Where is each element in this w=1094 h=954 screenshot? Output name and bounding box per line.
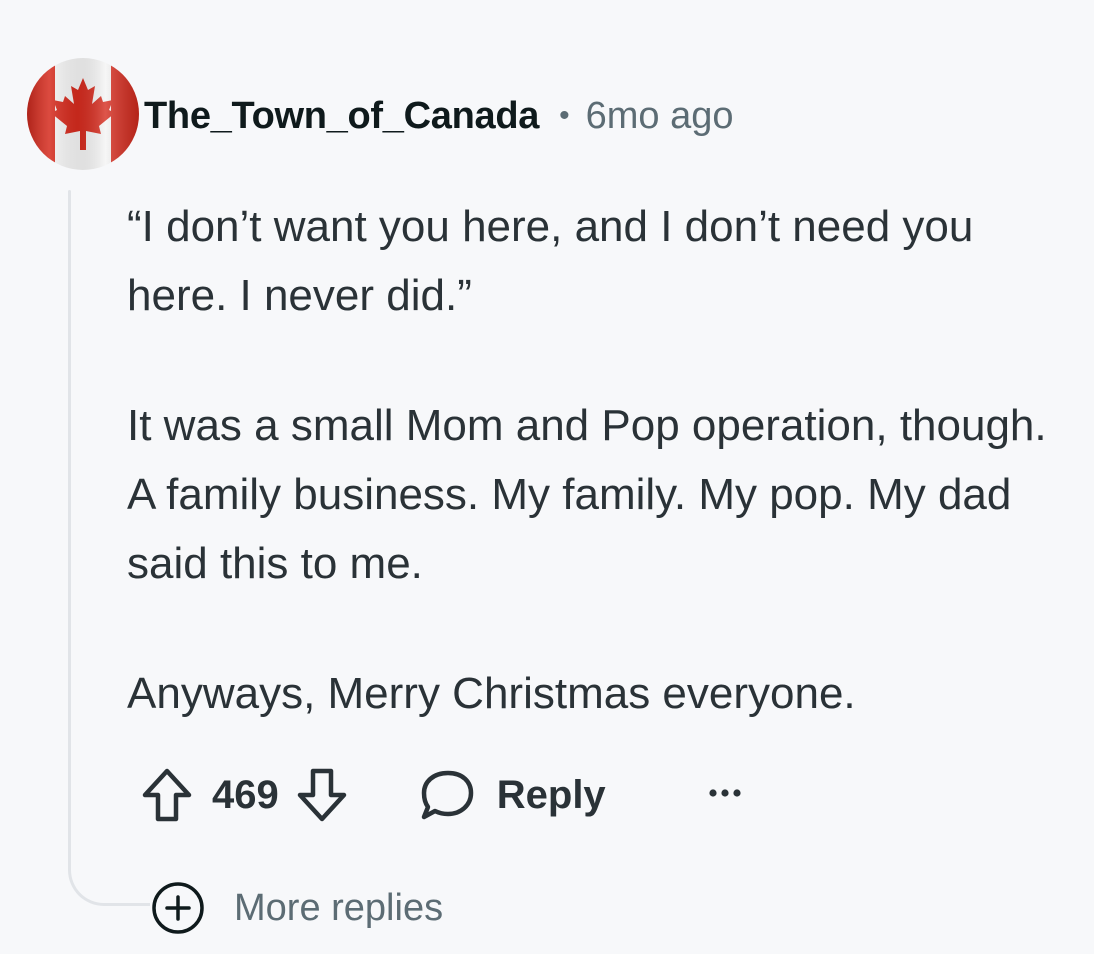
downvote-button[interactable] xyxy=(295,766,349,824)
comment-paragraph: It was a small Mom and Pop operation, th… xyxy=(127,401,1047,588)
timestamp[interactable]: 6mo ago xyxy=(586,95,734,138)
more-options-button[interactable] xyxy=(708,786,742,804)
more-replies-label: More replies xyxy=(234,886,444,929)
comment-paragraph: Anyways, Merry Christmas everyone. xyxy=(127,669,856,718)
comment-body: “I don’t want you here, and I don’t need… xyxy=(127,192,1067,728)
avatar[interactable] xyxy=(27,58,139,170)
separator-dot: • xyxy=(559,99,570,132)
downvote-arrow-icon xyxy=(297,768,346,822)
vote-count: 469 xyxy=(212,772,279,817)
upvote-arrow-icon xyxy=(142,768,192,822)
reply-label: Reply xyxy=(496,772,606,817)
upvote-button[interactable] xyxy=(140,766,194,824)
comment-actions: 469 Reply xyxy=(140,762,742,828)
more-replies-button[interactable]: More replies xyxy=(150,878,443,938)
comment-header: The_Town_of_Canada • 6mo ago xyxy=(144,88,733,144)
thread-line-curve xyxy=(68,830,150,906)
ellipsis-icon xyxy=(709,789,741,797)
canada-flag-icon xyxy=(27,58,139,170)
reply-button[interactable]: Reply xyxy=(419,768,606,822)
comment-paragraph: “I don’t want you here, and I don’t need… xyxy=(127,202,974,320)
username-link[interactable]: The_Town_of_Canada xyxy=(144,95,539,138)
plus-circle-icon xyxy=(152,882,204,934)
thread-line[interactable] xyxy=(68,190,71,840)
speech-bubble-icon xyxy=(421,770,473,820)
